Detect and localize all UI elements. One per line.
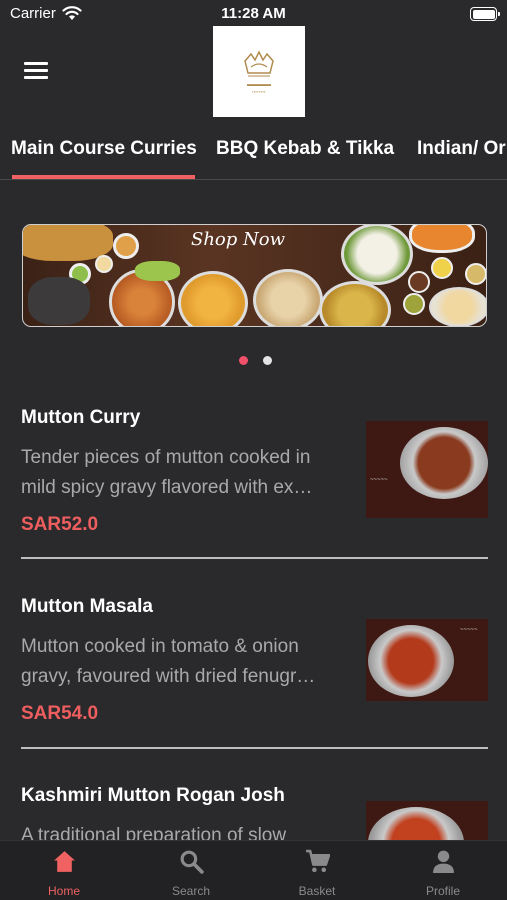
nav-label: Home	[47, 884, 80, 898]
nav-basket[interactable]: Basket	[257, 841, 377, 900]
tab-main-course-curries[interactable]: Main Course Curries	[11, 138, 197, 160]
active-tab-indicator	[12, 175, 195, 179]
battery-icon	[470, 7, 500, 21]
item-price: SAR52.0	[21, 514, 99, 535]
item-name: Mutton Masala	[21, 596, 153, 617]
tab-bbq-kebab-tikka[interactable]: BBQ Kebab & Tikka	[216, 138, 394, 160]
item-image	[366, 801, 488, 840]
item-name: Kashmiri Mutton Rogan Josh	[21, 785, 285, 806]
item-description: Mutton cooked in tomato & onion gravy, f…	[21, 636, 316, 687]
bottom-nav: Home Search Basket Profile	[0, 840, 507, 900]
item-image: ~~~~~	[366, 421, 488, 518]
menu-item[interactable]: Mutton Curry Tender pieces of mutton coo…	[0, 395, 507, 558]
shop-now-label: Shop Now	[191, 229, 285, 250]
cart-icon	[306, 849, 330, 873]
divider	[21, 557, 488, 559]
tab-indian-oriental[interactable]: Indian/ Or	[417, 138, 506, 160]
promo-banner[interactable]: Shop Now	[22, 224, 487, 327]
menu-item[interactable]: Kashmiri Mutton Rogan Josh A traditional…	[0, 773, 507, 840]
nav-label: Basket	[298, 884, 336, 898]
nav-search[interactable]: Search	[131, 841, 251, 900]
clock: 11:28 AM	[221, 5, 286, 22]
crown-icon	[244, 50, 274, 77]
status-bar: Carrier 11:28 AM	[0, 0, 507, 28]
item-name: Mutton Curry	[21, 407, 141, 428]
profile-icon	[433, 850, 454, 873]
item-price: SAR54.0	[21, 703, 99, 724]
carousel-dot[interactable]	[263, 356, 273, 365]
carousel-dot-active[interactable]	[239, 356, 248, 365]
menu-item[interactable]: Mutton Masala Mutton cooked in tomato & …	[0, 584, 507, 747]
home-icon	[54, 851, 75, 872]
item-description: Tender pieces of mutton cooked in mild s…	[21, 447, 313, 498]
nav-label: Profile	[425, 884, 460, 898]
divider	[21, 747, 488, 749]
search-icon	[180, 850, 204, 874]
restaurant-logo: ▬▬▬▬ ▪▪▪▪▪▪▪▪	[213, 26, 305, 117]
category-tabs: Main Course Curries BBQ Kebab & Tikka In…	[0, 130, 507, 180]
nav-label: Search	[171, 884, 211, 898]
item-image: ~~~~~	[366, 619, 488, 701]
nav-home[interactable]: Home	[4, 841, 124, 900]
nav-profile[interactable]: Profile	[383, 841, 503, 900]
hamburger-menu-button[interactable]	[24, 62, 48, 80]
item-description: A traditional preparation of slow	[21, 825, 287, 840]
carousel-dots	[239, 352, 283, 370]
